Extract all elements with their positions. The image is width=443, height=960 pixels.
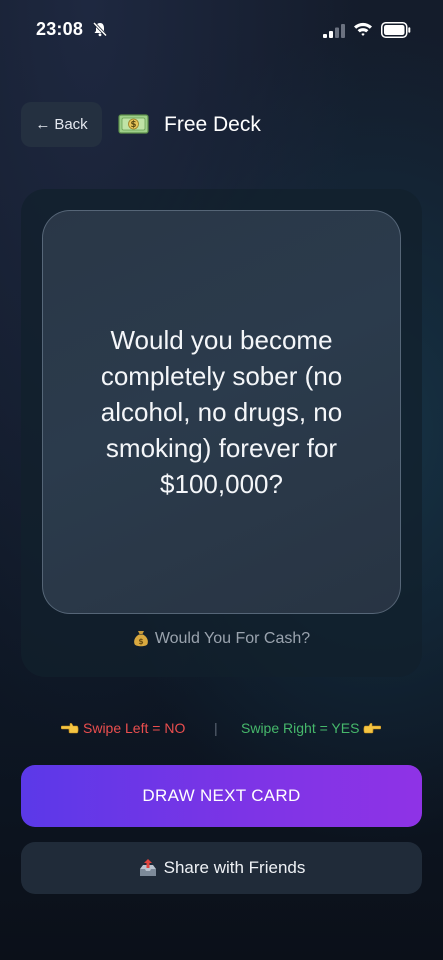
swipe-right-text: Swipe Right = YES — [241, 720, 360, 736]
swipe-right-hint: Swipe Right = YES — [241, 720, 382, 736]
money-bag-icon: $ — [133, 631, 148, 647]
share-button-label: Share with Friends — [163, 858, 306, 877]
question-card[interactable]: Would you become completely sober (no al… — [42, 210, 401, 614]
category-label: $ Would You For Cash? — [21, 630, 422, 648]
deck-title: Free Deck — [164, 113, 261, 136]
battery-icon — [381, 22, 411, 38]
share-with-friends-button[interactable]: Share with Friends — [21, 842, 422, 894]
svg-text:$: $ — [131, 120, 137, 130]
back-label: Back — [54, 116, 88, 133]
bell-slash-icon — [92, 21, 108, 37]
outbox-tray-icon — [139, 859, 156, 876]
wifi-icon — [354, 22, 372, 36]
hand-pointing-left-icon — [61, 722, 79, 734]
draw-next-card-button[interactable]: DRAW NEXT CARD — [21, 765, 422, 827]
svg-text:$: $ — [138, 637, 143, 646]
money-bill-icon: $ — [118, 114, 149, 134]
question-text: Would you become completely sober (no al… — [100, 325, 343, 499]
hand-pointing-right-icon — [363, 722, 382, 734]
back-button[interactable]: ← Back — [21, 102, 102, 147]
signal-icon — [323, 24, 345, 38]
swipe-hint-row: Swipe Left = NO | Swipe Right = YES — [0, 720, 443, 740]
draw-button-label: DRAW NEXT CARD — [142, 786, 301, 805]
swipe-left-hint: Swipe Left = NO — [61, 720, 185, 736]
swipe-left-text: Swipe Left = NO — [83, 720, 186, 736]
back-arrow-icon: ← — [35, 116, 51, 133]
status-time: 23:08 — [36, 19, 84, 39]
category-text: Would You For Cash? — [154, 630, 311, 647]
status-bar: 23:08 — [0, 0, 443, 60]
swipe-divider: | — [214, 720, 218, 736]
